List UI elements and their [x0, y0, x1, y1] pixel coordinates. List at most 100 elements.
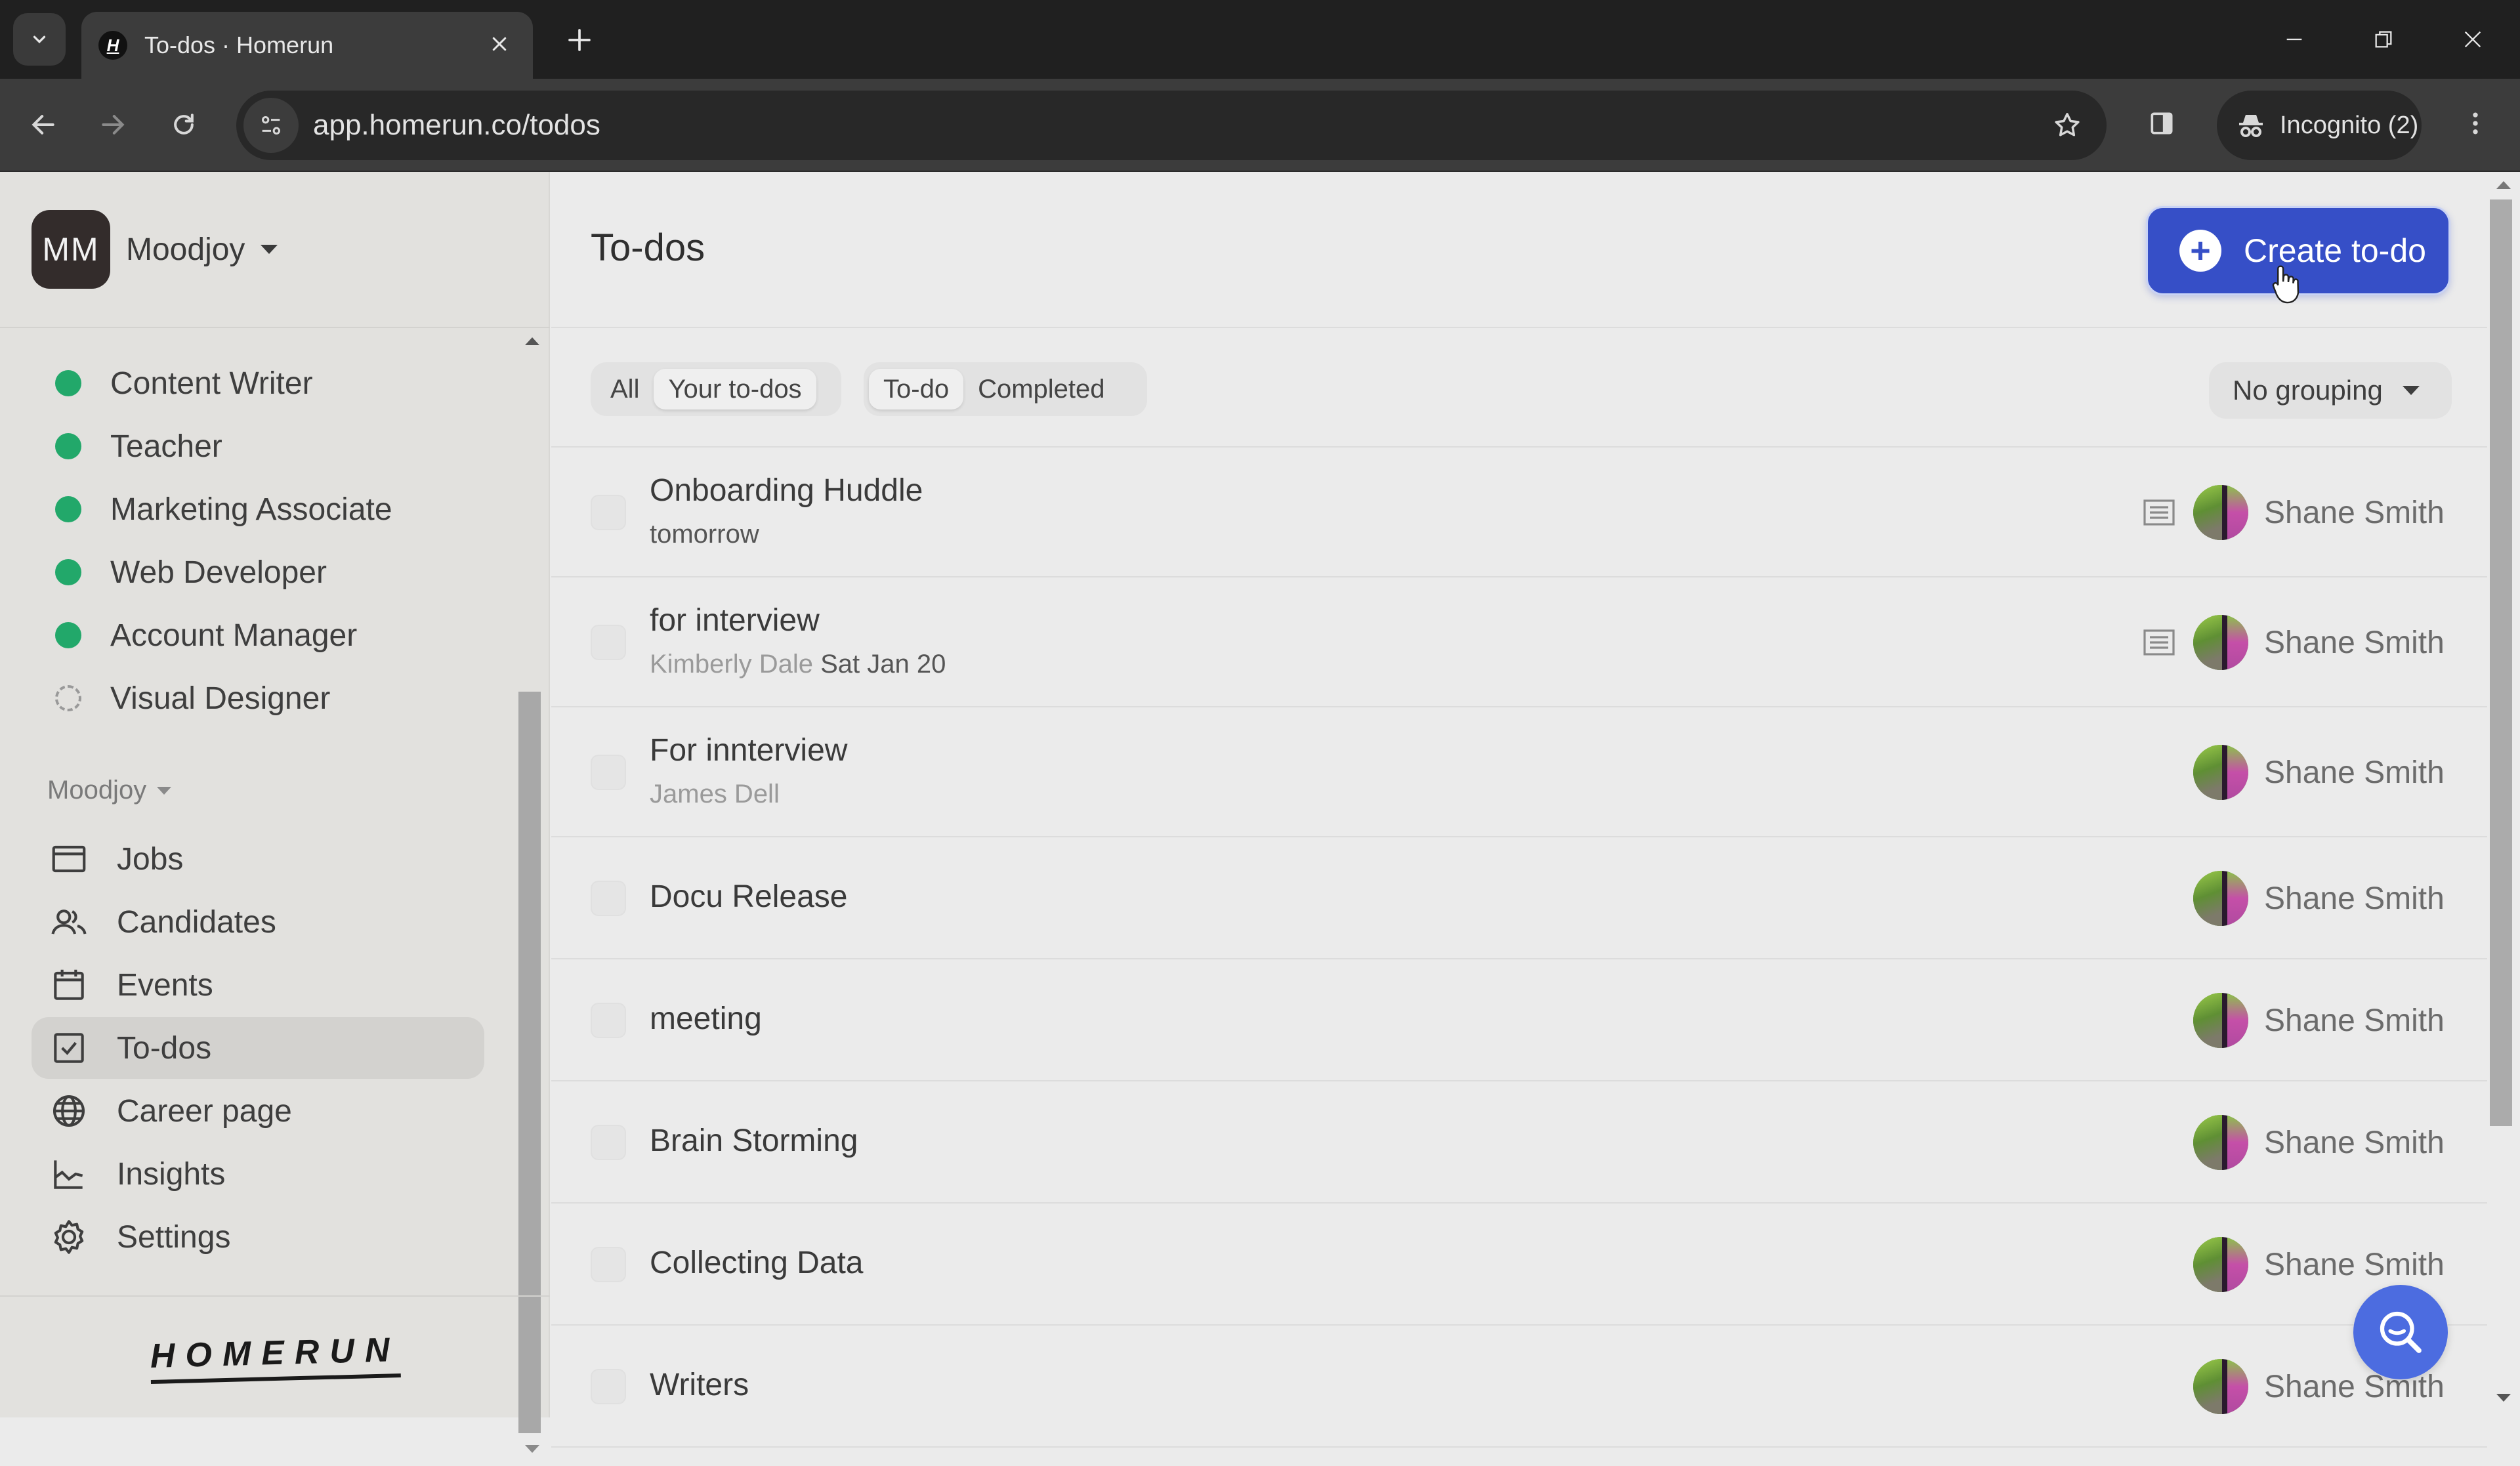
sidebar-job-item[interactable]: Content Writer — [55, 357, 313, 409]
avatar — [2193, 485, 2248, 540]
scroll-up-arrow-icon[interactable] — [2496, 181, 2511, 189]
scroll-down-arrow-icon[interactable] — [525, 1445, 539, 1453]
status-filter: To-do Completed — [864, 362, 1147, 416]
filter-all[interactable]: All — [596, 369, 654, 409]
todo-assignee: Shane Smith — [2193, 1115, 2445, 1170]
grouping-dropdown[interactable]: No grouping — [2209, 362, 2452, 419]
scrollbar-thumb[interactable] — [2490, 199, 2512, 1126]
job-label: Web Developer — [110, 555, 327, 590]
todo-checkbox[interactable] — [591, 755, 626, 790]
todo-checkbox[interactable] — [591, 1247, 626, 1282]
homerun-favicon-icon: H — [98, 31, 127, 60]
sidebar-item-todos[interactable]: To-dos — [32, 1017, 484, 1079]
search-button[interactable] — [2353, 1285, 2448, 1379]
todo-title[interactable]: for interview — [650, 602, 820, 639]
todo-title[interactable]: For innterview — [650, 732, 847, 768]
sidebar: MM Moodjoy Content Writer Teacher Market… — [0, 172, 550, 1453]
grouping-label: No grouping — [2233, 375, 2383, 406]
todo-checkbox[interactable] — [591, 1125, 626, 1160]
side-panel-icon — [2151, 112, 2173, 135]
plus-circle-icon: + — [2179, 230, 2221, 272]
bookmark-button[interactable] — [2041, 99, 2093, 152]
restore-window-button[interactable] — [2344, 13, 2423, 66]
sidebar-job-item[interactable]: Teacher — [55, 420, 222, 472]
close-tab-button[interactable] — [483, 31, 516, 60]
todo-row[interactable]: For innterview James Dell Shane Smith — [551, 707, 2487, 837]
close-window-button[interactable] — [2433, 13, 2512, 66]
assignee-name: Shane Smith — [2264, 1003, 2445, 1038]
todo-title[interactable]: Collecting Data — [650, 1245, 864, 1281]
main-scrollbar[interactable] — [2487, 172, 2520, 1417]
filter-completed[interactable]: Completed — [963, 369, 1119, 409]
checkbox-icon — [49, 1028, 89, 1068]
todo-checkbox[interactable] — [591, 1003, 626, 1038]
todo-checkbox[interactable] — [591, 625, 626, 660]
filter-todo[interactable]: To-do — [869, 369, 964, 409]
todo-title[interactable]: meeting — [650, 1001, 762, 1037]
status-dot-published-icon — [55, 433, 81, 459]
todo-title[interactable]: Docu Release — [650, 879, 848, 915]
browser-menu-button[interactable] — [2449, 97, 2502, 150]
forward-button[interactable] — [87, 98, 139, 151]
assignee-name: Shane Smith — [2264, 881, 2445, 916]
todo-subtitle: tomorrow — [650, 520, 759, 549]
page-header: To-dos + Create to-do — [551, 172, 2487, 328]
filter-bar: All Your to-dos To-do Completed No group… — [551, 329, 2487, 448]
todo-assignee: Shane Smith — [2193, 485, 2445, 540]
todo-due-date: Sat Jan 20 — [820, 650, 946, 679]
todo-checkbox[interactable] — [591, 495, 626, 530]
side-panel-button[interactable] — [2135, 97, 2188, 150]
incognito-indicator[interactable]: Incognito (2) — [2217, 91, 2422, 160]
sidebar-item-jobs[interactable]: Jobs — [32, 828, 484, 890]
minimize-window-button[interactable] — [2255, 13, 2334, 66]
nav-label: Settings — [117, 1219, 231, 1255]
todo-title[interactable]: Writers — [650, 1367, 749, 1403]
back-button[interactable] — [17, 98, 70, 151]
url-text: app.homerun.co/todos — [313, 109, 600, 141]
scroll-down-arrow-icon[interactable] — [2496, 1394, 2511, 1402]
sidebar-item-settings[interactable]: Settings — [32, 1206, 484, 1268]
sidebar-item-candidates[interactable]: Candidates — [32, 891, 484, 953]
todo-checkbox[interactable] — [591, 881, 626, 916]
sidebar-job-item[interactable]: Marketing Associate — [55, 483, 392, 535]
caret-down-icon — [261, 245, 278, 254]
todo-row[interactable]: meeting Shane Smith — [551, 959, 2487, 1081]
todo-row[interactable]: Onboarding Huddle tomorrow Shane Smith — [551, 448, 2487, 577]
browser-tab[interactable]: H To-dos · Homerun — [81, 12, 533, 79]
todo-row[interactable]: for interview Kimberly Dale Sat Jan 20 Sha… — [551, 577, 2487, 707]
globe-icon — [49, 1091, 89, 1131]
todo-row[interactable]: Brain Storming Shane Smith — [551, 1081, 2487, 1204]
sidebar-job-item[interactable]: Visual Designer — [55, 672, 330, 724]
site-info-button[interactable] — [243, 98, 299, 153]
todo-title[interactable]: Onboarding Huddle — [650, 472, 923, 509]
todo-title[interactable]: Brain Storming — [650, 1123, 858, 1159]
note-icon — [2143, 629, 2175, 656]
minimize-icon — [2286, 38, 2302, 41]
todo-assignee: Shane Smith — [2193, 993, 2445, 1048]
sidebar-item-career-page[interactable]: Career page — [32, 1080, 484, 1142]
org-switcher[interactable]: MM Moodjoy — [0, 172, 550, 328]
todo-related-candidate: Kimberly Dale — [650, 650, 813, 679]
sidebar-item-events[interactable]: Events — [32, 954, 484, 1016]
new-tab-button[interactable] — [556, 17, 602, 63]
status-dot-published-icon — [55, 622, 81, 648]
job-label: Account Manager — [110, 618, 358, 653]
todo-checkbox[interactable] — [591, 1369, 626, 1404]
reload-button[interactable] — [158, 98, 210, 151]
todo-row[interactable]: Collecting Data Shane Smith — [551, 1204, 2487, 1326]
job-label: Teacher — [110, 429, 222, 464]
todo-row[interactable]: Writers Shane Smith — [551, 1326, 2487, 1448]
todo-row[interactable]: Docu Release Shane Smith — [551, 837, 2487, 959]
caret-down-icon — [157, 786, 172, 795]
avatar — [2193, 871, 2248, 926]
tab-search-button[interactable] — [13, 13, 66, 66]
filter-your-todos[interactable]: Your to-dos — [654, 369, 816, 409]
sidebar-job-item[interactable]: Web Developer — [55, 546, 327, 598]
sidebar-job-item[interactable]: Account Manager — [55, 609, 357, 661]
close-icon — [2464, 31, 2481, 48]
sidebar-item-insights[interactable]: Insights — [32, 1143, 484, 1205]
workspace-section-toggle[interactable]: Moodjoy — [47, 776, 172, 805]
scroll-up-arrow-icon[interactable] — [525, 337, 539, 345]
address-bar[interactable]: app.homerun.co/todos — [236, 91, 2107, 160]
assignee-name: Shane Smith — [2264, 625, 2445, 660]
